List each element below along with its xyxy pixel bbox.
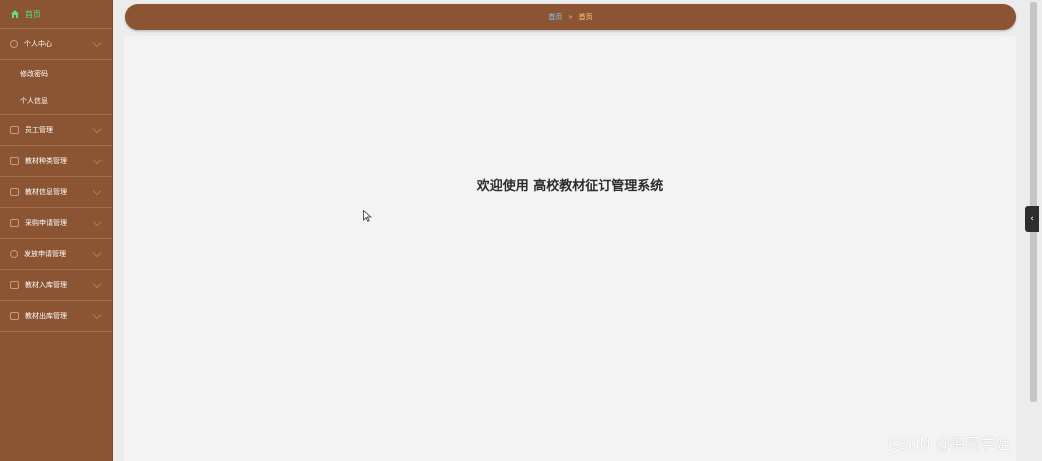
sidebar-item-home[interactable]: 首页 (0, 0, 112, 29)
welcome-message: 欢迎使用 高校教材征订管理系统 (476, 179, 664, 194)
user-icon (10, 40, 18, 48)
chevron-down-icon (92, 186, 102, 196)
chevron-down-icon (92, 155, 102, 165)
info-icon (10, 188, 19, 196)
sidebar-subitem-label: 修改密码 (20, 69, 48, 78)
outbound-icon (10, 312, 19, 320)
sidebar-item-label: 教材入库管理 (25, 281, 67, 289)
watermark: CSDN @海灵学姐 (888, 435, 1011, 453)
sidebar-item-inbound[interactable]: 教材入库管理 (0, 270, 112, 301)
staff-icon (10, 126, 19, 134)
sidebar: 首页 个人中心 修改密码 个人信息 员工管理 教材种类管理 教材信息管理 采购申… (0, 0, 113, 461)
sidebar-item-personal-center[interactable]: 个人中心 (0, 29, 112, 60)
breadcrumb-current: 首页 (578, 13, 593, 21)
chevron-down-icon (92, 124, 102, 134)
distribute-icon (10, 250, 18, 258)
breadcrumb-separator: » (568, 13, 573, 21)
chevron-left-icon: ‹ (1030, 214, 1034, 224)
mouse-cursor-icon (363, 210, 372, 222)
home-icon (11, 10, 19, 18)
sidebar-item-label: 教材出库管理 (25, 312, 67, 320)
chevron-down-icon (92, 279, 102, 289)
sidebar-item-textbook-category[interactable]: 教材种类管理 (0, 146, 112, 177)
sidebar-item-label: 发放申请管理 (24, 250, 66, 258)
sidebar-item-label: 教材种类管理 (25, 157, 67, 165)
purchase-icon (10, 219, 19, 227)
sidebar-item-purchase-request[interactable]: 采购申请管理 (0, 208, 112, 239)
chevron-down-icon (92, 248, 102, 258)
main-content: 欢迎使用 高校教材征订管理系统 (124, 36, 1016, 461)
sidebar-subitem-label: 个人信息 (20, 96, 48, 105)
sidebar-item-staff[interactable]: 员工管理 (0, 115, 112, 146)
inbound-icon (10, 281, 19, 289)
sidebar-item-home-label: 首页 (25, 9, 41, 19)
chevron-down-icon (92, 217, 102, 227)
sidebar-subitem-change-password[interactable]: 修改密码 (0, 60, 112, 87)
collapse-toggle-button[interactable]: ‹ (1025, 206, 1039, 232)
scrollbar-thumb[interactable] (1030, 2, 1037, 402)
sidebar-item-distribute-request[interactable]: 发放申请管理 (0, 239, 112, 270)
category-icon (10, 157, 19, 165)
sidebar-item-textbook-info[interactable]: 教材信息管理 (0, 177, 112, 208)
sidebar-item-label: 个人中心 (24, 40, 52, 48)
breadcrumb-home-link[interactable]: 首页 (548, 12, 562, 22)
sidebar-item-label: 员工管理 (25, 126, 53, 134)
sidebar-subitem-personal-info[interactable]: 个人信息 (0, 87, 112, 115)
chevron-down-icon (92, 310, 102, 320)
sidebar-item-label: 教材信息管理 (25, 188, 67, 196)
breadcrumb: 首页 » 首页 (125, 4, 1016, 30)
sidebar-item-outbound[interactable]: 教材出库管理 (0, 301, 112, 332)
sidebar-item-label: 采购申请管理 (25, 219, 67, 227)
chevron-down-icon (92, 38, 102, 48)
